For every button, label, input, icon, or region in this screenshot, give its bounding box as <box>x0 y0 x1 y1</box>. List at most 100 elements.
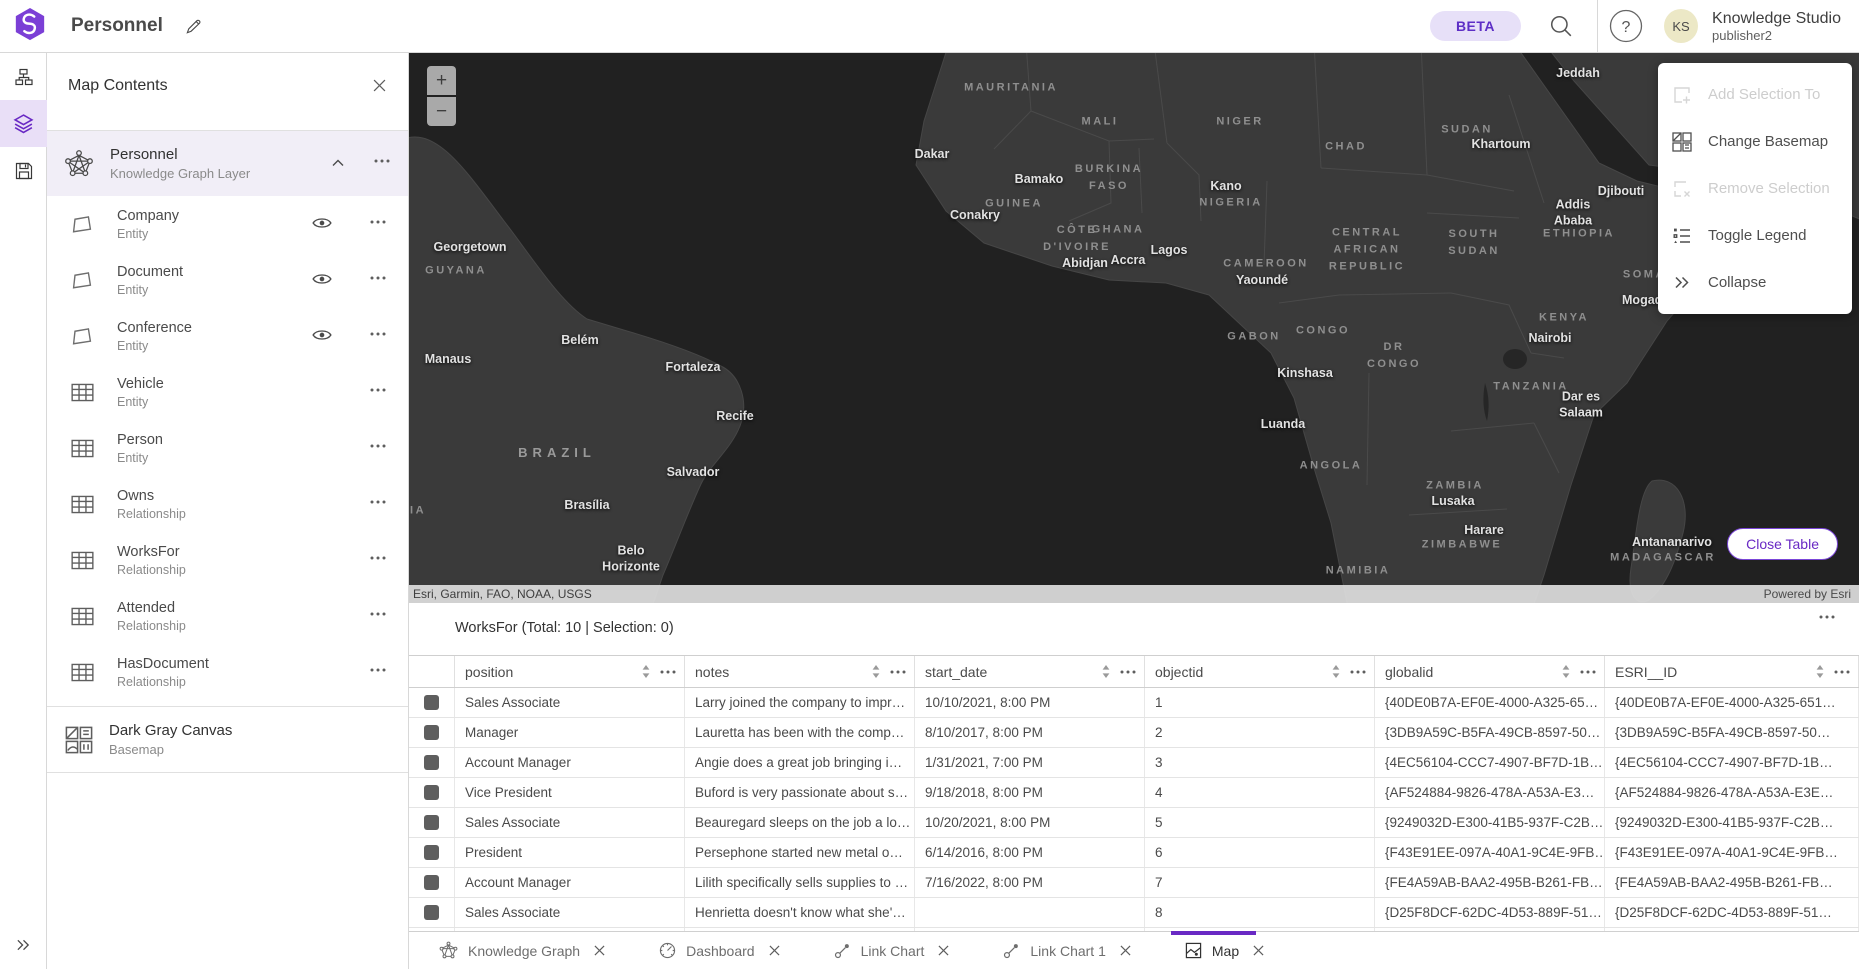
column-header-position[interactable]: position <box>455 656 685 687</box>
close-tab-icon[interactable] <box>1253 945 1264 956</box>
zoom-out-button[interactable]: − <box>427 97 456 126</box>
row-checkbox[interactable] <box>424 905 439 920</box>
table-row[interactable]: Sales AssociateHenrietta doesn't know wh… <box>409 898 1859 928</box>
column-header-notes[interactable]: notes <box>685 656 915 687</box>
column-options-icon[interactable] <box>890 670 906 674</box>
basemap-row[interactable]: Dark Gray Canvas Basemap <box>47 707 408 772</box>
chevron-up-icon[interactable] <box>332 159 344 167</box>
row-checkbox[interactable] <box>424 695 439 710</box>
row-select-cell <box>409 748 455 777</box>
column-options-icon[interactable] <box>1120 670 1136 674</box>
layer-group-options-icon[interactable] <box>374 159 390 163</box>
rail-item-save[interactable] <box>0 147 47 194</box>
table-row[interactable]: ManagerLauretta has been with the comp…8… <box>409 718 1859 748</box>
sort-icon[interactable] <box>1562 665 1570 678</box>
layer-row-company[interactable]: CompanyEntity <box>47 196 408 252</box>
rail-item-hierarchy[interactable] <box>0 53 47 100</box>
table-body: Sales AssociateLarry joined the company … <box>409 688 1859 931</box>
sort-icon[interactable] <box>872 665 880 678</box>
visibility-eye-icon[interactable] <box>312 272 332 286</box>
table-cell: Sales Associate <box>455 898 685 927</box>
row-checkbox[interactable] <box>424 875 439 890</box>
column-options-icon[interactable] <box>660 670 676 674</box>
tab-map[interactable]: Map <box>1163 932 1296 969</box>
menu-item-change-basemap[interactable]: Change Basemap <box>1658 118 1852 165</box>
table-options-icon[interactable] <box>1819 615 1835 619</box>
row-checkbox[interactable] <box>424 785 439 800</box>
column-header-start_date[interactable]: start_date <box>915 656 1145 687</box>
layer-row-worksfor[interactable]: WorksForRelationship <box>47 532 408 588</box>
layer-type: Relationship <box>117 507 186 521</box>
menu-item-collapse[interactable]: Collapse <box>1658 259 1852 306</box>
zoom-in-button[interactable]: + <box>427 66 456 95</box>
layer-type: Relationship <box>117 619 186 633</box>
column-header-objectid[interactable]: objectid <box>1145 656 1375 687</box>
layer-options-icon[interactable] <box>370 332 386 336</box>
help-icon[interactable]: ? <box>1608 8 1644 44</box>
column-header-esri__id[interactable]: ESRI__ID <box>1605 656 1859 687</box>
layer-options-icon[interactable] <box>370 668 386 672</box>
layer-row-conference[interactable]: ConferenceEntity <box>47 308 408 364</box>
close-tab-icon[interactable] <box>769 945 780 956</box>
table-row[interactable]: Account ManagerLilith specifically sells… <box>409 868 1859 898</box>
close-panel-icon[interactable] <box>373 79 386 92</box>
tab-link-chart[interactable]: Link Chart <box>812 932 982 969</box>
tab-knowledge-graph[interactable]: Knowledge Graph <box>417 932 637 969</box>
row-checkbox[interactable] <box>424 725 439 740</box>
edit-title-icon[interactable] <box>185 18 202 35</box>
expand-rail-button[interactable] <box>0 931 47 959</box>
tab-label: Link Chart <box>861 943 925 959</box>
sort-icon[interactable] <box>1816 665 1824 678</box>
sort-icon[interactable] <box>642 665 650 678</box>
row-checkbox[interactable] <box>424 845 439 860</box>
layer-row-hasdocument[interactable]: HasDocumentRelationship <box>47 644 408 700</box>
table-row[interactable]: Vice PresidentBuford is very passionate … <box>409 778 1859 808</box>
visibility-eye-icon[interactable] <box>312 216 332 230</box>
column-header-globalid[interactable]: globalid <box>1375 656 1605 687</box>
row-select-cell <box>409 808 455 837</box>
row-checkbox[interactable] <box>424 815 439 830</box>
sort-icon[interactable] <box>1332 665 1340 678</box>
layer-name: WorksFor <box>117 544 186 560</box>
layer-row-vehicle[interactable]: VehicleEntity <box>47 364 408 420</box>
layer-options-icon[interactable] <box>370 500 386 504</box>
layer-row-document[interactable]: DocumentEntity <box>47 252 408 308</box>
tab-label: Link Chart 1 <box>1030 943 1105 959</box>
column-options-icon[interactable] <box>1580 670 1596 674</box>
table-row[interactable]: Sales AssociateLarry joined the company … <box>409 688 1859 718</box>
tab-link-chart-1[interactable]: Link Chart 1 <box>981 932 1162 969</box>
layer-options-icon[interactable] <box>370 220 386 224</box>
avatar[interactable]: KS <box>1664 9 1698 43</box>
search-icon[interactable] <box>1543 8 1579 44</box>
table-cell: 7 <box>1145 868 1375 897</box>
close-table-button[interactable]: Close Table <box>1727 528 1838 560</box>
menu-item-toggle-legend[interactable]: Toggle Legend <box>1658 212 1852 259</box>
column-options-icon[interactable] <box>1834 670 1850 674</box>
sort-icon[interactable] <box>1102 665 1110 678</box>
layer-options-icon[interactable] <box>370 612 386 616</box>
rail-item-layers[interactable] <box>0 100 47 147</box>
layer-options-icon[interactable] <box>370 444 386 448</box>
close-tab-icon[interactable] <box>594 945 605 956</box>
layer-group-personnel[interactable]: Personnel Knowledge Graph Layer <box>47 131 408 196</box>
table-row[interactable]: PresidentPersephone started new metal o…… <box>409 838 1859 868</box>
layer-row-owns[interactable]: OwnsRelationship <box>47 476 408 532</box>
layer-options-icon[interactable] <box>370 556 386 560</box>
row-checkbox[interactable] <box>424 755 439 770</box>
legend-icon <box>1672 226 1692 246</box>
user-block[interactable]: Knowledge Studio publisher2 <box>1712 8 1841 43</box>
layer-options-icon[interactable] <box>370 276 386 280</box>
tab-dashboard[interactable]: Dashboard <box>637 932 812 969</box>
column-options-icon[interactable] <box>1350 670 1366 674</box>
kgraph-icon <box>439 941 458 960</box>
app-logo-icon[interactable] <box>13 7 47 45</box>
close-tab-icon[interactable] <box>1120 945 1131 956</box>
visibility-eye-icon[interactable] <box>312 328 332 342</box>
layer-row-attended[interactable]: AttendedRelationship <box>47 588 408 644</box>
layer-row-person[interactable]: PersonEntity <box>47 420 408 476</box>
layer-options-icon[interactable] <box>370 388 386 392</box>
table-row[interactable]: Account ManagerAngie does a great job br… <box>409 748 1859 778</box>
table-row[interactable]: Sales AssociateBeauregard sleeps on the … <box>409 808 1859 838</box>
close-tab-icon[interactable] <box>938 945 949 956</box>
map-view[interactable]: MAURITANIAMALINIGERSUDANCHADBURKINA FASO… <box>409 53 1859 603</box>
